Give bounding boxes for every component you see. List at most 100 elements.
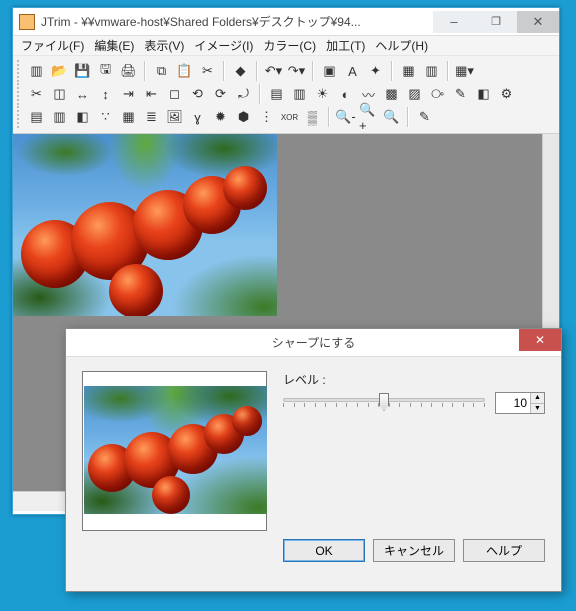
brightness-icon[interactable]: ☀ [312, 84, 333, 105]
grid-icon[interactable]: ▦ [398, 61, 419, 82]
invert-icon[interactable]: ◧ [72, 107, 93, 128]
zoom-fit-icon[interactable]: 🔍 [381, 107, 402, 128]
rotate-free-icon[interactable]: ⤾ [233, 84, 254, 105]
level-input[interactable] [496, 393, 530, 413]
levels2-icon[interactable]: ≣ [141, 107, 162, 128]
eyedropper-icon[interactable]: ✎ [414, 107, 435, 128]
dialog-buttons: OK キャンセル ヘルプ [66, 539, 561, 576]
toolbar-separator [328, 107, 330, 127]
toolbar-row-1: ▥📂💾🖫🖨⧉📋✂◆↶▾↷▾▣A✦▦▥▦▾ [17, 60, 555, 82]
screen-icon[interactable]: ▨ [404, 84, 425, 105]
dialog-titlebar: シャープにする [66, 329, 561, 357]
close-button[interactable] [517, 11, 559, 33]
tile-icon[interactable]: ▩ [381, 84, 402, 105]
toolbar-handle[interactable] [17, 106, 21, 128]
preview-pane [82, 371, 267, 531]
toolbars: ▥📂💾🖫🖨⧉📋✂◆↶▾↷▾▣A✦▦▥▦▾ ✂◫↔↕⇥⇤◻⟲⟳⤾▤▥☀◐〰▩▨⧂✎… [13, 56, 559, 134]
app-icon [19, 14, 35, 30]
resize-out-icon[interactable]: ⇤ [141, 84, 162, 105]
copy-icon[interactable]: ⧉ [151, 61, 172, 82]
menu-color[interactable]: カラー(C) [263, 37, 316, 54]
help-button[interactable]: ヘルプ [463, 539, 545, 562]
deselect-icon[interactable]: ◫ [49, 84, 70, 105]
flip-v-icon[interactable]: ↕ [95, 84, 116, 105]
toolbar-separator [256, 61, 258, 81]
cut-icon[interactable]: ✂ [197, 61, 218, 82]
toolbar-handle[interactable] [17, 83, 21, 105]
menu-file[interactable]: ファイル(F) [21, 37, 84, 54]
saveas-icon[interactable]: 🖫 [95, 61, 116, 82]
canvas-image[interactable] [13, 134, 277, 316]
palette-icon[interactable]: ▦▾ [454, 61, 475, 82]
menu-help[interactable]: ヘルプ(H) [375, 37, 428, 54]
paste-icon[interactable]: 📋 [174, 61, 195, 82]
gamma-icon[interactable]: ɣ [187, 107, 208, 128]
sharpen-icon[interactable]: ▥ [289, 84, 310, 105]
toolbar-handle[interactable] [17, 60, 21, 82]
info-icon[interactable]: ◆ [230, 61, 251, 82]
slider-thumb[interactable] [379, 393, 389, 411]
minimize-button[interactable] [433, 11, 475, 33]
flip-h-icon[interactable]: ↔ [72, 84, 93, 105]
toolbar-separator [259, 84, 261, 104]
print-icon[interactable]: 🖨 [118, 61, 139, 82]
zoom-in-icon[interactable]: 🔍+ [358, 107, 379, 128]
rgb-icon[interactable]: ⬢ [233, 107, 254, 128]
level-label: レベル : [283, 371, 545, 388]
undo-icon[interactable]: ↶▾ [263, 61, 284, 82]
noise-icon[interactable]: ∵ [95, 107, 116, 128]
toolbar-separator [144, 61, 146, 81]
zoom-out-icon[interactable]: 🔍- [335, 107, 356, 128]
resize-in-icon[interactable]: ⇥ [118, 84, 139, 105]
gradient-icon[interactable]: ▤ [26, 107, 47, 128]
maximize-button[interactable] [475, 11, 517, 33]
rotate-right-icon[interactable]: ⟳ [210, 84, 231, 105]
level-slider[interactable] [283, 392, 485, 414]
sharpen-dialog: シャープにする レベル : [65, 328, 562, 592]
toolbar-separator [447, 61, 449, 81]
handle-icon[interactable]: ◻ [164, 84, 185, 105]
redo-icon[interactable]: ↷▾ [286, 61, 307, 82]
eraser-icon[interactable]: ◧ [473, 84, 494, 105]
settings-icon[interactable]: ⚙ [496, 84, 517, 105]
toolbar-separator [391, 61, 393, 81]
halftone-icon[interactable]: ▒ [302, 107, 323, 128]
menu-view[interactable]: 表示(V) [144, 37, 184, 54]
stamp-icon[interactable]: ✦ [365, 61, 386, 82]
preview-image [84, 386, 267, 514]
cancel-button[interactable]: キャンセル [373, 539, 455, 562]
font-icon[interactable]: A [342, 61, 363, 82]
toolbar-separator [223, 61, 225, 81]
dialog-title: シャープにする [272, 334, 355, 351]
menu-effect[interactable]: 加工(T) [326, 37, 365, 54]
new-icon[interactable]: ▥ [26, 61, 47, 82]
open-icon[interactable]: 📂 [49, 61, 70, 82]
menubar: ファイル(F) 編集(E) 表示(V) イメージ(I) カラー(C) 加工(T)… [13, 36, 559, 56]
fill-icon[interactable]: ▤ [266, 84, 287, 105]
menu-image[interactable]: イメージ(I) [194, 37, 253, 54]
channel-icon[interactable]: ⋮ [256, 107, 277, 128]
menu-edit[interactable]: 編集(E) [94, 37, 134, 54]
spin-down-icon[interactable]: ▼ [531, 404, 544, 414]
picture-icon[interactable]: 🖼 [164, 107, 185, 128]
toolbar-row-3: ▤▥◧∵▦≣🖼ɣ✹⬢⋮XOR▒ 🔍-🔍+🔍 ✎ [17, 106, 555, 128]
film-icon[interactable]: ▥ [421, 61, 442, 82]
save-icon[interactable]: 💾 [72, 61, 93, 82]
toolbar-row-2: ✂◫↔↕⇥⇤◻⟲⟳⤾▤▥☀◐〰▩▨⧂✎◧⚙ [17, 83, 555, 105]
crop-icon[interactable]: ✂ [26, 84, 47, 105]
level-spinbox[interactable]: ▲ ▼ [495, 392, 545, 414]
levels-icon[interactable]: ⧂ [427, 84, 448, 105]
dialog-close-button[interactable] [519, 329, 561, 351]
hue-icon[interactable]: ✹ [210, 107, 231, 128]
rainbow-icon[interactable]: ▦ [118, 107, 139, 128]
gradient2-icon[interactable]: ▥ [49, 107, 70, 128]
xor-icon[interactable]: XOR [279, 107, 300, 128]
window-title: JTrim - ¥¥vmware-host¥Shared Folders¥デスク… [41, 13, 433, 30]
toolbar-separator [407, 107, 409, 127]
ok-button[interactable]: OK [283, 539, 365, 562]
rotate-left-icon[interactable]: ⟲ [187, 84, 208, 105]
pen-icon[interactable]: ✎ [450, 84, 471, 105]
spin-up-icon[interactable]: ▲ [531, 393, 544, 404]
contrast-icon[interactable]: ◐ [335, 84, 356, 105]
fit-icon[interactable]: ▣ [319, 61, 340, 82]
